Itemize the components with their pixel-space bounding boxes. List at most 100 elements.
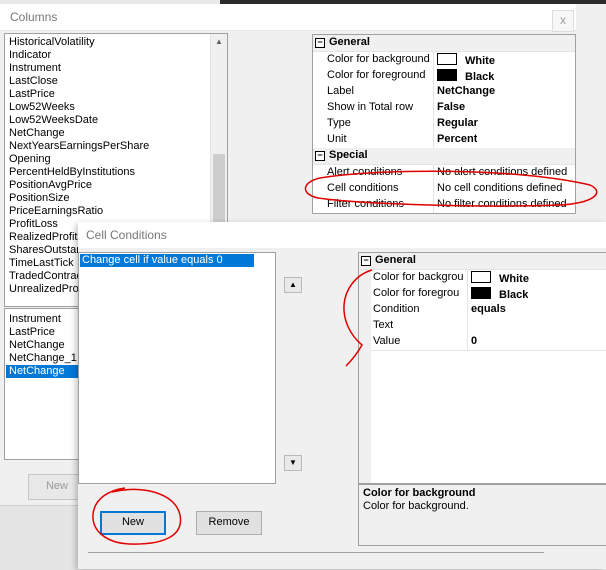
property-value[interactable]: False <box>437 101 465 113</box>
list-item[interactable]: NextYearsEarningsPerShare <box>9 140 149 153</box>
list-item[interactable]: SharesOutstan <box>9 244 82 257</box>
conditions-list[interactable]: Change cell if value equals 0 <box>78 252 276 484</box>
selected-columns-list[interactable]: Instrument LastPrice NetChange NetChange… <box>4 308 86 460</box>
list-item[interactable]: NetChange <box>9 127 65 140</box>
color-swatch <box>437 53 457 65</box>
category-general[interactable]: − General <box>313 35 575 52</box>
property-value[interactable]: White <box>499 273 529 285</box>
list-item-selected[interactable]: Change cell if value equals 0 <box>80 254 254 267</box>
list-item[interactable]: NetChange <box>9 339 65 352</box>
property-value[interactable]: Regular <box>437 117 478 129</box>
property-row[interactable]: Color for background White <box>325 52 575 69</box>
color-swatch <box>471 287 491 299</box>
list-item[interactable]: PositionAvgPrice <box>9 179 92 192</box>
property-value[interactable]: No alert conditions defined <box>437 166 573 178</box>
category-label: General <box>375 254 416 266</box>
property-value[interactable]: No cell conditions defined <box>437 182 573 194</box>
property-name: Type <box>327 117 351 129</box>
property-value[interactable]: Black <box>465 71 494 83</box>
list-item[interactable]: TimeLastTick <box>9 257 74 270</box>
property-name: Value <box>373 335 401 347</box>
property-name: Cell conditions <box>327 182 399 194</box>
property-value[interactable]: White <box>465 55 495 67</box>
list-item[interactable]: Instrument <box>9 62 61 75</box>
category-label: Special <box>329 149 368 161</box>
category-general[interactable]: − General <box>359 253 606 270</box>
property-row[interactable]: Filter conditions No filter conditions d… <box>325 197 575 213</box>
list-item[interactable]: NetChange_1 <box>9 352 77 365</box>
property-name: Color for foreground <box>327 69 426 81</box>
list-item[interactable]: RealizedProfitL <box>9 231 84 244</box>
cell-conditions-dialog: Cell Conditions Change cell if value equ… <box>78 222 606 569</box>
list-item[interactable]: Low52WeeksDate <box>9 114 98 127</box>
property-name: Unit <box>327 133 347 145</box>
property-row[interactable]: Unit Percent <box>325 132 575 149</box>
color-swatch <box>471 271 491 283</box>
list-item[interactable]: HistoricalVolatility <box>9 36 95 49</box>
collapse-icon[interactable]: − <box>315 151 325 161</box>
list-item[interactable]: LastClose <box>9 75 58 88</box>
property-value[interactable]: Percent <box>437 133 477 145</box>
category-special[interactable]: − Special <box>313 148 575 165</box>
collapse-icon[interactable]: − <box>315 38 325 48</box>
property-value[interactable]: No filter conditions defined <box>437 198 573 210</box>
color-swatch <box>437 69 457 81</box>
property-help-panel: Color for background Color for backgroun… <box>358 484 606 546</box>
property-name: Text <box>373 319 394 331</box>
move-up-icon[interactable]: ▲ <box>284 277 302 293</box>
list-item-selected[interactable]: NetChange <box>6 365 81 378</box>
help-title: Color for background <box>363 487 476 499</box>
window-title: Columns <box>10 10 58 24</box>
property-name: Show in Total row <box>327 101 414 113</box>
property-value[interactable]: equals <box>471 303 506 315</box>
property-name: Color for foregrou <box>373 287 460 299</box>
help-description: Color for background. <box>363 500 469 512</box>
list-item[interactable]: Low52Weeks <box>9 101 75 114</box>
column-property-grid[interactable]: − General Color for background White Col… <box>312 34 576 214</box>
list-item[interactable]: UnrealizedProf <box>9 283 82 296</box>
list-item[interactable]: ProfitLoss <box>9 218 58 231</box>
property-row[interactable]: Color for foregrou Black <box>371 286 606 303</box>
list-item[interactable]: PriceEarningsRatio <box>9 205 103 218</box>
move-down-icon[interactable]: ▼ <box>284 455 302 471</box>
property-name: Filter conditions <box>327 198 405 210</box>
divider <box>88 552 544 553</box>
list-item[interactable]: PositionSize <box>9 192 70 205</box>
property-row[interactable]: Condition equals <box>371 302 606 319</box>
property-row[interactable]: Label NetChange <box>325 84 575 101</box>
property-row[interactable]: Text <box>371 318 606 335</box>
property-row[interactable]: Value 0 <box>371 334 606 351</box>
dialog-title: Cell Conditions <box>86 228 167 242</box>
property-name: Condition <box>373 303 420 315</box>
list-item[interactable]: PercentHeldByInstitutions <box>9 166 135 179</box>
columns-titlebar: Columns x <box>0 4 576 32</box>
remove-condition-button[interactable]: Remove <box>196 511 262 535</box>
list-item[interactable]: TradedContrac <box>9 270 82 283</box>
property-row[interactable]: Alert conditions No alert conditions def… <box>325 165 575 182</box>
list-item[interactable]: Indicator <box>9 49 51 62</box>
property-name: Color for backgrou <box>373 271 464 283</box>
property-value[interactable]: NetChange <box>437 85 495 97</box>
property-row[interactable]: Color for backgrou White <box>371 270 606 287</box>
list-item[interactable]: LastPrice <box>9 326 55 339</box>
close-icon[interactable]: x <box>552 10 574 32</box>
collapse-icon[interactable]: − <box>361 256 371 266</box>
property-value[interactable]: 0 <box>471 335 477 347</box>
category-label: General <box>329 36 370 48</box>
property-name: Alert conditions <box>327 166 403 178</box>
property-name: Label <box>327 85 354 97</box>
property-row[interactable]: Cell conditions No cell conditions defin… <box>325 181 575 198</box>
scrollbar-thumb[interactable] <box>213 154 225 224</box>
list-item[interactable]: Instrument <box>9 313 61 326</box>
scroll-up-icon[interactable]: ▲ <box>211 34 227 50</box>
list-item[interactable]: Opening <box>9 153 51 166</box>
property-value[interactable]: Black <box>499 289 528 301</box>
condition-property-grid[interactable]: − General Color for backgrou White Color… <box>358 252 606 484</box>
property-row[interactable]: Show in Total row False <box>325 100 575 117</box>
property-name: Color for background <box>327 53 430 65</box>
property-row[interactable]: Color for foreground Black <box>325 68 575 85</box>
list-item[interactable]: LastPrice <box>9 88 55 101</box>
columns-footer <box>0 505 80 570</box>
new-condition-button[interactable]: New <box>100 511 166 535</box>
property-row[interactable]: Type Regular <box>325 116 575 133</box>
